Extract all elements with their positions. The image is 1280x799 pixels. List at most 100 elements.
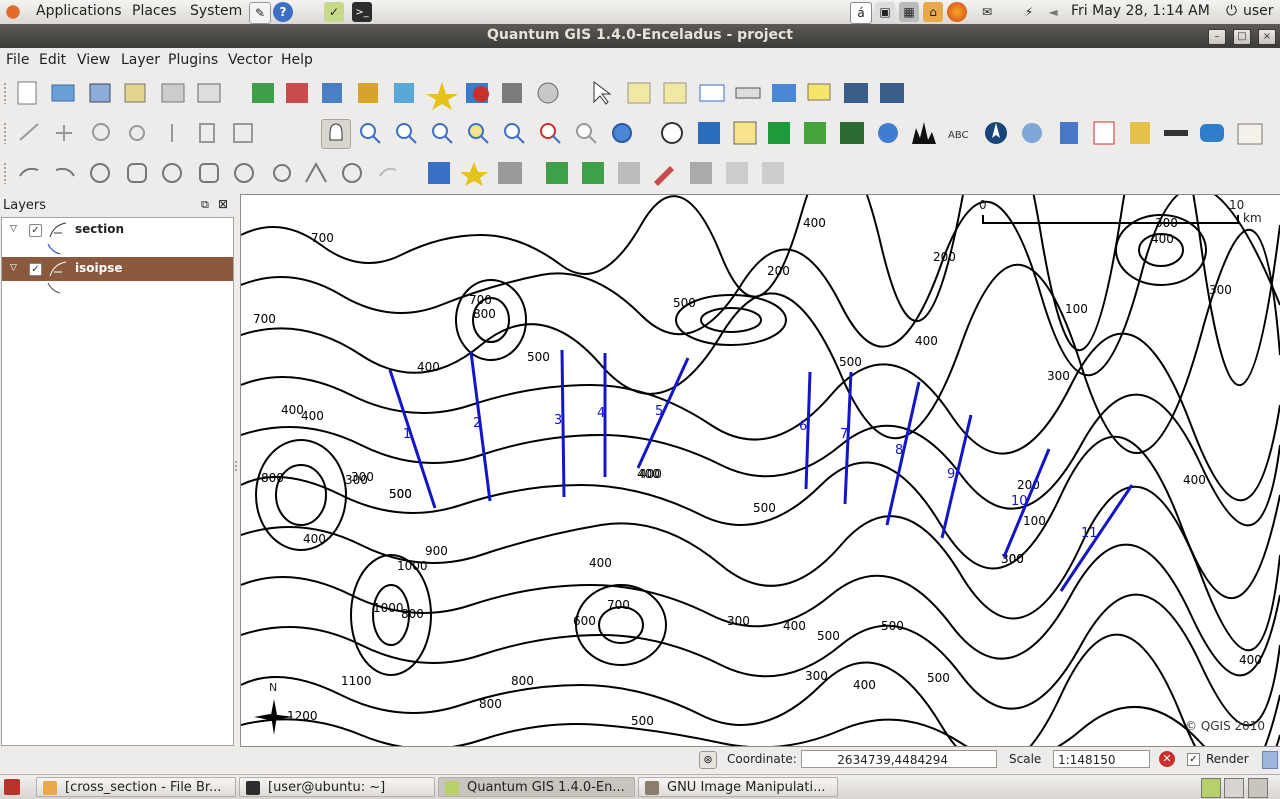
menu-help[interactable]: Help [281,52,313,68]
north-arrow-icon [254,699,294,735]
minimize-button[interactable]: – [1208,29,1226,45]
close-panel-icon[interactable]: ⊠ [218,197,228,211]
qgis-icon [445,781,459,795]
contour-label: 300 [1209,283,1232,297]
coordinate-field[interactable]: 2634739,4484294 [801,750,997,768]
contour-label: 1000 [373,601,404,615]
layers-list[interactable]: ▽ ✓ section ▽ ✓ isoipse [1,217,234,746]
coordinate-label: Coordinate: [727,752,797,766]
contour-label: 400 [783,619,806,633]
task-file-browser[interactable]: [cross_section - File Br... [36,777,236,797]
places-menu[interactable]: Places [132,3,177,19]
contour-label: 1000 [397,559,428,573]
projection-icon[interactable] [1262,751,1278,769]
expand-triangle-icon[interactable]: ▽ [10,263,17,273]
digitizing-navigation-toolbar: ABC [0,114,1280,152]
contour-label: 300 [805,669,828,683]
section-label: 6 [799,419,807,434]
scale-field[interactable]: 1:148150 [1053,750,1150,768]
layer-visibility-checkbox[interactable]: ✓ [29,224,42,237]
window-title-bar[interactable]: Quantum GIS 1.4.0-Enceladus - project – … [0,24,1280,48]
menu-view[interactable]: View [77,52,110,68]
layer-visibility-checkbox[interactable]: ✓ [29,263,42,276]
map-canvas[interactable]: 700 700 800 700 400 400 400 300 800 400 … [240,194,1280,747]
clock[interactable]: Fri May 28, 1:14 AM [1071,3,1210,19]
toolbar-row-2-icons [19,123,253,143]
workspace-1-icon[interactable] [1201,778,1221,798]
user-menu[interactable]: user [1243,3,1274,19]
contour-label: 700 [253,312,276,326]
line-layer-icon [49,261,67,277]
section-label: 2 [473,416,481,431]
svg-text:ABC: ABC [948,130,969,141]
keyboard-icon[interactable]: á [850,2,872,24]
network-icon[interactable]: ⚡ [1019,2,1039,22]
scale-label: Scale [1009,752,1042,766]
calculator-icon[interactable]: ▦ [899,2,919,22]
menu-layer[interactable]: Layer [121,52,160,68]
menu-file[interactable]: File [6,52,29,68]
contour-label: 200 [933,250,956,264]
contour-lines [241,195,1280,746]
section-label: 3 [554,413,562,428]
screenshot-icon[interactable]: ▣ [875,2,895,22]
workspace-2-icon[interactable] [1224,778,1244,798]
task-terminal[interactable]: [user@ubuntu: ~] [239,777,435,797]
text-editor-icon[interactable]: ✎ [249,2,271,24]
task-gimp[interactable]: GNU Image Manipulati... [638,777,838,797]
contour-label: 800 [479,697,502,711]
layer-item-section[interactable]: ▽ ✓ section [2,218,233,242]
contour-label: 900 [425,544,448,558]
show-desktop-icon[interactable] [4,779,20,795]
folder-icon [43,781,57,795]
contour-label: 500 [817,629,840,643]
volume-icon[interactable]: ◄ [1043,2,1063,22]
contour-label: 100 [1023,514,1046,528]
render-checkbox[interactable]: ✓ [1187,753,1200,766]
contour-label: 400 [1239,653,1262,667]
system-menu[interactable]: System [190,3,242,19]
menu-plugins[interactable]: Plugins [168,52,218,68]
task-label: [user@ubuntu: ~] [268,780,386,795]
contour-label: 400 [853,678,876,692]
ubuntu-logo-icon[interactable] [3,2,23,22]
layer-item-isoipse[interactable]: ▽ ✓ isoipse [2,257,233,281]
power-icon[interactable]: ⏻ [1226,3,1237,19]
contour-label: 800 [511,674,534,688]
maximize-button[interactable]: □ [1233,29,1251,45]
scalebar-start-label: 0 [979,198,987,212]
home-folder-icon[interactable]: ⌂ [923,2,943,22]
contour-label: 500 [631,714,654,728]
advanced-editing-toolbar [0,154,1280,192]
float-panel-icon[interactable]: ⧉ [201,198,209,212]
scale-bar [982,215,1239,224]
mail-icon[interactable]: ✉ [977,2,997,22]
trash-icon[interactable] [1248,778,1268,798]
contour-label: 500 [881,619,904,633]
qgis-launcher-icon[interactable]: ✓ [324,2,344,22]
applications-menu[interactable]: Applications [36,3,122,19]
contour-label: 200 [767,264,790,278]
menu-vector[interactable]: Vector [228,52,273,68]
status-bar: ⊛ Coordinate: 2634739,4484294 Scale 1:14… [0,748,1280,772]
top-panel: Applications Places System ✎ ? ✓ >_ á ▣ … [0,0,1280,25]
task-qgis[interactable]: Quantum GIS 1.4.0-En... [438,777,635,797]
expand-triangle-icon[interactable]: ▽ [10,224,17,234]
help-icon[interactable]: ? [273,2,293,22]
contour-label: 700 [469,293,492,307]
terminal-icon[interactable]: >_ [352,2,372,22]
panel-splitter[interactable] [234,460,238,472]
contour-label: 800 [261,471,284,485]
toggle-extents-icon[interactable]: ⊛ [699,751,717,769]
close-button[interactable]: × [1258,29,1276,45]
contour-label: 500 [527,350,550,364]
gimp-icon [645,781,659,795]
file-toolbar [0,74,1280,112]
stop-render-icon[interactable]: ✕ [1159,751,1175,767]
menu-edit[interactable]: Edit [39,52,66,68]
contour-label: 300 [727,614,750,628]
contour-label: 500 [673,296,696,310]
firefox-icon[interactable] [947,2,967,22]
contour-label: 400 [589,556,612,570]
contour-label: 400 [803,216,826,230]
